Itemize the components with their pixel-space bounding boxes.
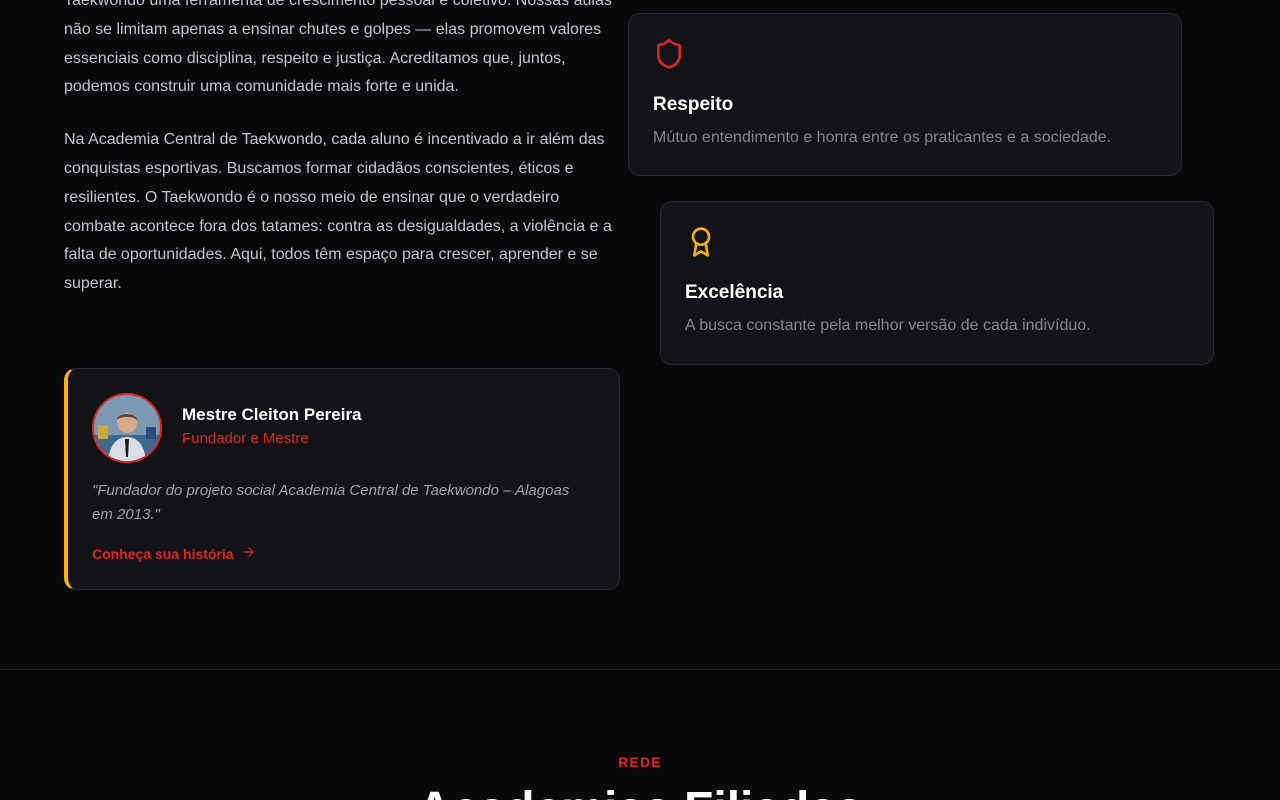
value-description: Mútuo entendimento e honra entre os prat…	[653, 129, 1112, 146]
avatar	[92, 393, 162, 463]
arrow-right-icon	[242, 545, 256, 562]
about-text: Taekwondo uma ferramenta de crescimento …	[64, 0, 620, 299]
value-title: Excelência	[685, 282, 784, 303]
founder-history-link[interactable]: Conheça sua história	[92, 545, 256, 562]
value-card-excelencia: Excelência A busca constante pela melhor…	[660, 201, 1214, 365]
founder-quote: "Fundador do projeto social Academia Cen…	[92, 482, 570, 523]
founder-name: Mestre Cleiton Pereira	[182, 405, 362, 424]
value-card-respeito: Respeito Mútuo entendimento e honra entr…	[628, 13, 1182, 176]
about-paragraph-2: Na Academia Central de Taekwondo, cada a…	[64, 131, 612, 293]
founder-role: Fundador e Mestre	[182, 430, 309, 447]
section-divider	[0, 669, 1280, 670]
founder-link-label: Conheça sua história	[92, 545, 234, 562]
value-title: Respeito	[653, 94, 734, 115]
section-eyebrow: REDE	[618, 754, 662, 770]
about-paragraph-1: Taekwondo uma ferramenta de crescimento …	[64, 0, 612, 96]
page: Taekwondo uma ferramenta de crescimento …	[0, 0, 1280, 800]
founder-card: Mestre Cleiton Pereira Fundador e Mestre…	[64, 368, 620, 590]
section-heading: Academias Filiadas	[0, 780, 1280, 800]
value-description: A busca constante pela melhor versão de …	[685, 317, 1091, 334]
shield-icon	[653, 38, 685, 70]
award-icon	[685, 226, 717, 258]
